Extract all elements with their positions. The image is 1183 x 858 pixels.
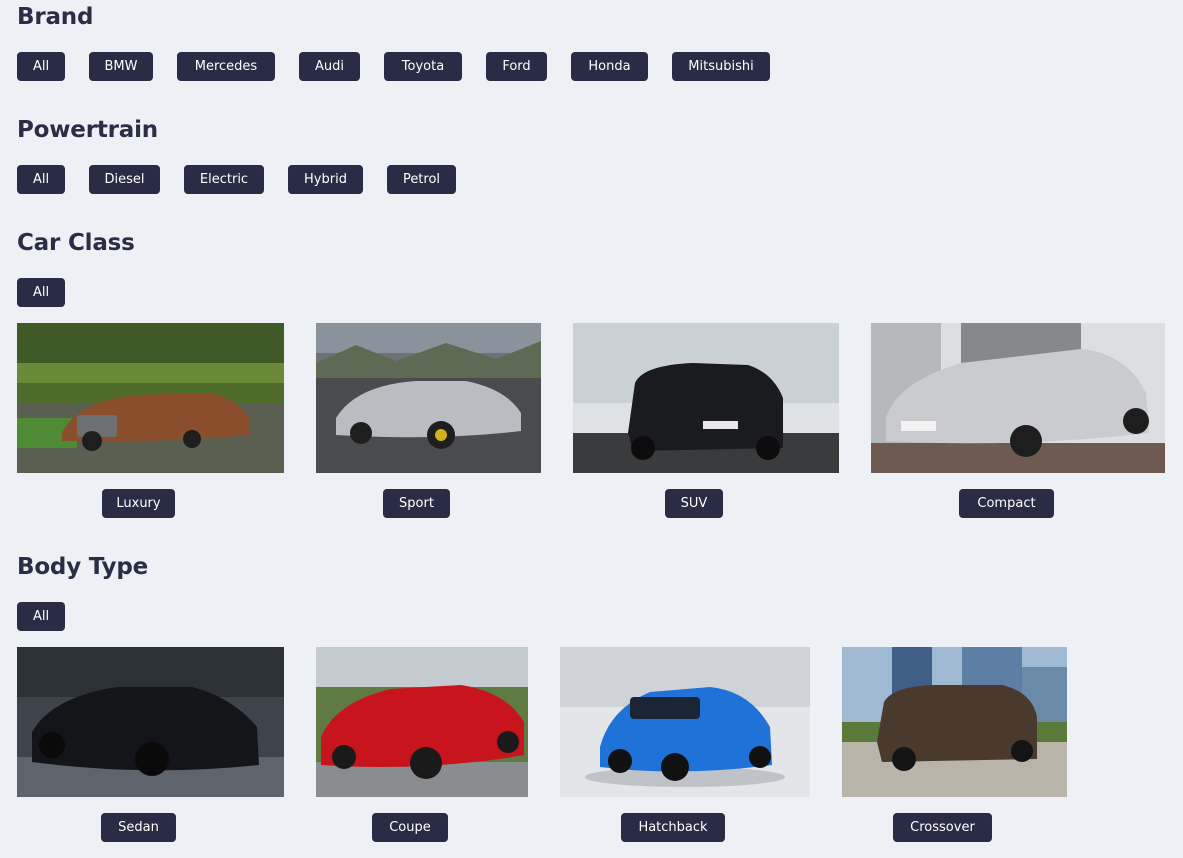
sport-car-image[interactable]	[316, 323, 541, 473]
brand-filter-honda[interactable]: Honda	[571, 52, 648, 81]
crossover-car-image[interactable]	[842, 647, 1067, 797]
body-type-crossover-button[interactable]: Crossover	[893, 813, 992, 842]
body-type-coupe-button[interactable]: Coupe	[372, 813, 448, 842]
car-class-suv-button[interactable]: SUV	[665, 489, 723, 518]
body-type-hatchback-button[interactable]: Hatchback	[621, 813, 725, 842]
brand-filter-all[interactable]: All	[17, 52, 65, 81]
luxury-car-image[interactable]	[17, 323, 284, 473]
powertrain-heading: Powertrain	[17, 117, 158, 143]
powertrain-filter-electric[interactable]: Electric	[184, 165, 264, 194]
suv-car-image[interactable]	[573, 323, 839, 473]
car-class-luxury-button[interactable]: Luxury	[102, 489, 175, 518]
brand-heading: Brand	[17, 4, 94, 30]
sedan-car-image[interactable]	[17, 647, 284, 797]
brand-filter-toyota[interactable]: Toyota	[384, 52, 462, 81]
body-type-sedan-button[interactable]: Sedan	[101, 813, 176, 842]
powertrain-filter-petrol[interactable]: Petrol	[387, 165, 456, 194]
car-class-heading: Car Class	[17, 230, 135, 256]
powertrain-filter-hybrid[interactable]: Hybrid	[288, 165, 363, 194]
car-class-compact-button[interactable]: Compact	[959, 489, 1054, 518]
body-type-filter-all[interactable]: All	[17, 602, 65, 631]
coupe-car-image[interactable]	[316, 647, 528, 797]
powertrain-filter-all[interactable]: All	[17, 165, 65, 194]
compact-car-image[interactable]	[871, 323, 1165, 473]
car-class-sport-button[interactable]: Sport	[383, 489, 450, 518]
brand-filter-bmw[interactable]: BMW	[89, 52, 153, 81]
brand-filter-ford[interactable]: Ford	[486, 52, 547, 81]
hatchback-car-image[interactable]	[560, 647, 810, 797]
brand-filter-mercedes[interactable]: Mercedes	[177, 52, 275, 81]
brand-filter-audi[interactable]: Audi	[299, 52, 360, 81]
car-class-filter-all[interactable]: All	[17, 278, 65, 307]
powertrain-filter-diesel[interactable]: Diesel	[89, 165, 160, 194]
body-type-heading: Body Type	[17, 554, 149, 580]
brand-filter-mitsubishi[interactable]: Mitsubishi	[672, 52, 770, 81]
